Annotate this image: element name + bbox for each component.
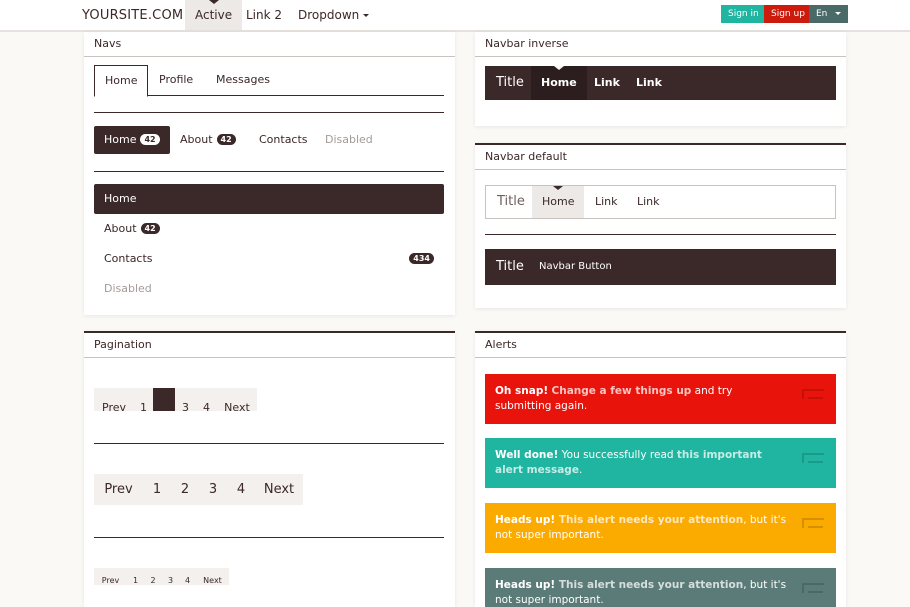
pill-badge: 42: [140, 134, 160, 145]
navs-panel-title: Navs: [84, 32, 455, 57]
navbar-link[interactable]: Link: [584, 66, 630, 100]
nav-tabs: Home Profile Messages: [94, 65, 444, 97]
pagination-next[interactable]: Next: [217, 396, 257, 419]
alert-link[interactable]: Change a few things up: [552, 385, 692, 397]
navbar-default-panel-title: Navbar default: [475, 145, 846, 170]
pagination-page[interactable]: 3: [162, 572, 179, 589]
pagination-page-active[interactable]: [153, 388, 175, 411]
stacked-item-home[interactable]: Home: [94, 184, 444, 214]
top-navbar: YOURSITE.COM Active Link 2 Dropdown Sign…: [0, 0, 910, 32]
pill-label: Home: [104, 133, 137, 146]
close-icon[interactable]: [802, 583, 824, 593]
stacked-badge: 434: [409, 253, 434, 264]
stacked-badge: 42: [140, 223, 160, 234]
pagination-panel-title: Pagination: [84, 333, 455, 358]
alert-warning: Heads up! This alert needs your attentio…: [485, 503, 836, 553]
navs-panel: Navs Home Profile Messages Home 42 About 4…: [84, 32, 455, 315]
divider: [94, 537, 444, 538]
navbar-default: Title Home Link Link: [485, 185, 836, 219]
navbar-brand[interactable]: Title: [497, 186, 525, 218]
stacked-item-label: About: [104, 222, 137, 235]
pill-badge: 42: [216, 134, 236, 145]
alert-danger: Oh snap! Change a few things up and try …: [485, 374, 836, 424]
sign-in-button[interactable]: Sign in: [721, 5, 766, 23]
pill-disabled: Disabled: [325, 133, 373, 146]
pagination-page[interactable]: 2: [171, 474, 199, 505]
nav-stacked: Home About 42 Contacts 434 Disabled: [94, 184, 444, 304]
pagination-page[interactable]: 1: [143, 474, 171, 505]
stacked-item-about[interactable]: About 42: [94, 214, 444, 244]
site-brand[interactable]: YOURSITE.COM: [82, 8, 183, 23]
pagination-page[interactable]: 4: [196, 396, 217, 419]
alert-strong: Well done!: [495, 449, 559, 461]
nav-dropdown-label: Dropdown: [298, 8, 360, 22]
tab-messages[interactable]: Messages: [206, 65, 280, 96]
pagination-next[interactable]: Next: [255, 474, 303, 505]
navbar-link-home[interactable]: Home: [532, 186, 585, 218]
language-select[interactable]: En: [809, 5, 849, 23]
caret-down-icon: [363, 14, 370, 17]
alert-text: .: [578, 464, 583, 476]
navbar-link[interactable]: Link: [585, 186, 628, 218]
alert-strong: Heads up!: [495, 579, 556, 591]
pagination-large: Prev 1 2 3 4 Next: [94, 474, 303, 505]
divider: [94, 112, 444, 113]
pill-home[interactable]: Home 42: [94, 126, 170, 154]
pagination-page[interactable]: 3: [175, 396, 196, 419]
navbar-with-button: Title Navbar Button: [485, 249, 836, 285]
pill-about[interactable]: About 42: [170, 126, 246, 154]
nav-link-2[interactable]: Link 2: [236, 0, 292, 30]
close-icon[interactable]: [802, 518, 824, 528]
navbar-inverse-panel: Navbar inverse Title Home Link Link: [475, 32, 846, 126]
navbar-link[interactable]: Link: [627, 186, 670, 218]
nav-dropdown[interactable]: Dropdown: [288, 0, 379, 30]
sign-up-button[interactable]: Sign up: [764, 5, 812, 23]
navbar-inverse-panel-title: Navbar inverse: [475, 32, 846, 57]
pill-contacts[interactable]: Contacts: [249, 126, 318, 154]
alert-link[interactable]: This alert needs your attention: [555, 579, 743, 591]
pagination-next[interactable]: Next: [196, 572, 229, 589]
navbar-brand[interactable]: Title: [496, 249, 524, 285]
alert-strong: Heads up!: [495, 514, 556, 526]
caret-down-icon: [835, 12, 842, 15]
stacked-item-label: Contacts: [104, 252, 153, 265]
pill-label: About: [180, 133, 213, 146]
alert-success: Well done! You successfully read this im…: [485, 438, 836, 488]
pagination-page[interactable]: 2: [144, 572, 162, 589]
navbar-link-home[interactable]: Home: [531, 66, 587, 100]
pagination-page[interactable]: 3: [199, 474, 227, 505]
alert-info: Heads up! This alert needs your attentio…: [485, 568, 836, 607]
pagination-prev[interactable]: Prev: [94, 396, 134, 419]
navbar-button[interactable]: Navbar Button: [539, 249, 612, 285]
pagination-prev[interactable]: Prev: [94, 572, 127, 589]
language-label: En: [816, 9, 828, 19]
close-icon[interactable]: [802, 389, 824, 399]
alert-text: You successfully read: [558, 449, 677, 461]
alerts-panel: Alerts Oh snap! Change a few things up a…: [475, 331, 846, 607]
divider: [485, 234, 836, 235]
pagination-page[interactable]: 4: [227, 474, 255, 505]
pagination-page[interactable]: 1: [134, 396, 153, 419]
navbar-default-panel: Navbar default Title Home Link Link Titl…: [475, 143, 846, 308]
tab-profile[interactable]: Profile: [149, 65, 203, 96]
pagination-prev[interactable]: Prev: [94, 474, 143, 505]
navbar-inverse: Title Home Link Link: [485, 66, 836, 100]
pagination-page[interactable]: 4: [179, 572, 196, 589]
navbar-link[interactable]: Link: [626, 66, 672, 100]
pagination-panel: Pagination Prev 1 3 4 Next Prev 1 2 3 4 Next Prev…: [84, 331, 455, 607]
divider: [94, 443, 444, 444]
navbar-brand[interactable]: Title: [496, 66, 524, 100]
nav-active[interactable]: Active: [185, 0, 243, 30]
pagination-default: Prev 1 3 4 Next: [94, 388, 257, 414]
tab-home[interactable]: Home: [94, 65, 149, 97]
divider: [94, 171, 444, 172]
alert-link[interactable]: This alert needs your attention: [555, 514, 743, 526]
alerts-panel-title: Alerts: [475, 333, 846, 358]
alert-strong: Oh snap!: [495, 385, 549, 397]
pagination-page[interactable]: 1: [127, 572, 144, 589]
close-icon[interactable]: [802, 453, 824, 463]
stacked-item-disabled: Disabled: [104, 282, 152, 295]
stacked-item-contacts[interactable]: Contacts 434: [94, 244, 444, 274]
pagination-small: Prev 1 2 3 4 Next: [94, 568, 229, 585]
